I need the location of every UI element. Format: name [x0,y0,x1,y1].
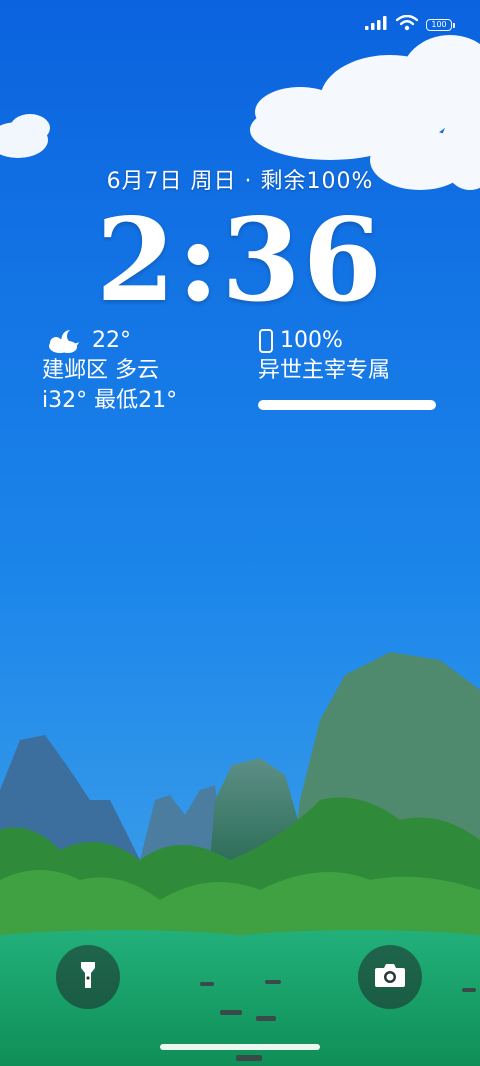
camera-button[interactable] [358,945,422,1009]
signal-icon [364,15,388,35]
device-name: 异世主宰专属 [258,358,391,383]
date-line: 6月7日 周日 · 剩余100% [106,169,374,194]
battery-progress-fill [258,400,436,410]
weather-location-condition: 建邺区 多云 [42,358,159,383]
phone-icon [258,328,274,354]
battery-level-text: 100 [431,20,447,29]
battery-icon: 100 [426,19,455,31]
flashlight-icon [79,960,97,994]
flashlight-button[interactable] [56,945,120,1009]
wifi-icon [395,14,419,35]
status-bar: 100 [364,14,455,36]
battery-progress-bar [258,400,436,410]
partly-cloudy-night-icon [46,328,86,354]
home-indicator[interactable] [160,1044,320,1050]
device-battery-widget[interactable]: 100% 异世主宰专属 [258,326,438,410]
weather-widget[interactable]: 22° 建邺区 多云 i32° 最低21° [42,326,232,416]
weather-temperature: 22° [92,328,131,353]
clock-time: 2:36 [95,193,385,327]
camera-icon [374,962,406,992]
weather-high-low: i32° 最低21° [42,388,178,413]
wallpaper [0,0,480,1066]
device-battery-percent: 100% [280,328,343,353]
